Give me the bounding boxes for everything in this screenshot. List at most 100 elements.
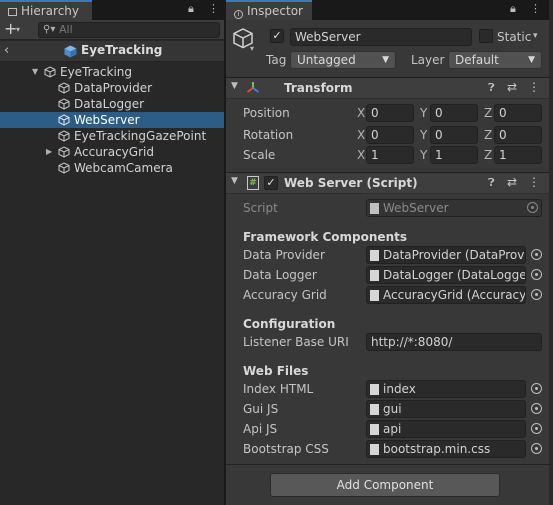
- position-y-field[interactable]: 0: [430, 104, 478, 122]
- y-axis-label[interactable]: Y: [420, 148, 427, 162]
- hierarchy-tab[interactable]: Hierarchy: [0, 0, 92, 20]
- x-axis-label[interactable]: X: [357, 128, 365, 142]
- index-html-label: Index HTML: [243, 382, 314, 396]
- rotation-label: Rotation: [243, 128, 294, 142]
- transform-axes-icon: [246, 82, 260, 93]
- more-options-icon[interactable]: ⋮: [530, 2, 541, 15]
- tree-item-label: EyeTracking: [60, 65, 133, 79]
- gameobject-icon: [58, 114, 70, 126]
- add-component-button[interactable]: Add Component: [270, 473, 500, 497]
- chevron-down-icon: ▼: [528, 55, 535, 65]
- webserver-script-header[interactable]: ▼ # ✓ Web Server (Script) ❓︎ ⇄ ⋮: [226, 172, 549, 194]
- layer-label: Layer: [411, 53, 445, 67]
- object-picker-icon[interactable]: [531, 423, 542, 434]
- component-menu-icon[interactable]: ⋮: [528, 80, 540, 94]
- object-picker-icon: [527, 202, 538, 213]
- tree-item-eyetrackinggazepoint[interactable]: EyeTrackingGazePoint: [0, 128, 224, 144]
- more-options-icon[interactable]: ⋮: [208, 2, 219, 15]
- component-separator: [226, 464, 549, 465]
- static-checkbox[interactable]: [479, 29, 493, 43]
- tree-item-label: DataLogger: [74, 97, 145, 111]
- listener-base-uri-input[interactable]: http://*:8080/: [366, 333, 542, 351]
- scale-y-field[interactable]: 1: [430, 146, 478, 164]
- hierarchy-tab-label: Hierarchy: [21, 4, 80, 18]
- gameobject-icon: [58, 162, 70, 174]
- chevron-down-icon[interactable]: ▾: [16, 21, 20, 39]
- object-picker-icon[interactable]: [531, 249, 542, 260]
- gui-js-field[interactable]: gui: [366, 400, 526, 418]
- object-name-field[interactable]: WebServer: [290, 28, 472, 46]
- object-picker-icon[interactable]: [531, 269, 542, 280]
- scene-header[interactable]: ‹ EyeTracking: [0, 41, 224, 62]
- data-logger-field[interactable]: DataLogger (DataLogger): [366, 266, 526, 284]
- tree-item-accuracygrid[interactable]: ▶ AccuracyGrid: [0, 144, 224, 160]
- api-js-field[interactable]: api: [366, 420, 526, 438]
- transform-title: Transform: [284, 81, 353, 95]
- static-dropdown-caret-icon[interactable]: ▾: [533, 31, 538, 41]
- tree-item-label: WebServer: [74, 113, 140, 127]
- gui-js-value: gui: [383, 402, 402, 416]
- rotation-x-field[interactable]: 0: [366, 126, 414, 144]
- help-icon[interactable]: ❓︎: [488, 81, 495, 95]
- hierarchy-search-input[interactable]: ⚲▾ All: [38, 22, 220, 38]
- component-enabled-checkbox[interactable]: ✓: [264, 176, 278, 190]
- collapsed-arrow-icon[interactable]: ▶: [46, 144, 52, 160]
- z-axis-label[interactable]: Z: [484, 128, 492, 142]
- index-html-field[interactable]: index: [366, 380, 526, 398]
- add-component-label: Add Component: [336, 478, 434, 492]
- tree-item-webserver[interactable]: WebServer: [0, 112, 224, 128]
- scale-label: Scale: [243, 148, 276, 162]
- data-logger-label: Data Logger: [243, 268, 317, 282]
- presets-sliders-icon[interactable]: ⇄: [507, 175, 517, 189]
- bootstrap-css-field[interactable]: bootstrap.min.css: [366, 440, 526, 458]
- field-value: 0: [435, 106, 443, 120]
- api-js-value: api: [383, 422, 402, 436]
- active-checkbox[interactable]: ✓: [270, 29, 284, 43]
- tree-item-datalogger[interactable]: DataLogger: [0, 96, 224, 112]
- object-picker-icon[interactable]: [531, 403, 542, 414]
- chevron-down-icon: ▼: [382, 55, 389, 65]
- tree-item-label: DataProvider: [74, 81, 153, 95]
- scale-x-field[interactable]: 1: [366, 146, 414, 164]
- layer-dropdown[interactable]: Default ▼: [448, 51, 542, 69]
- object-picker-icon[interactable]: [531, 443, 542, 454]
- data-provider-field[interactable]: DataProvider (DataProvid: [366, 246, 526, 264]
- y-axis-label[interactable]: Y: [420, 128, 427, 142]
- script-component-title: Web Server (Script): [284, 176, 418, 190]
- lock-icon[interactable]: 🔒︎: [188, 2, 194, 16]
- script-value: WebServer: [383, 201, 449, 215]
- search-icon: ⚲▾: [43, 24, 56, 35]
- expand-arrow-icon[interactable]: ▼: [32, 64, 38, 80]
- component-menu-icon[interactable]: ⋮: [528, 175, 540, 189]
- rotation-y-field[interactable]: 0: [430, 126, 478, 144]
- help-icon[interactable]: ❓︎: [488, 176, 495, 190]
- lock-icon[interactable]: 🔒︎: [510, 2, 516, 16]
- object-picker-icon[interactable]: [531, 289, 542, 300]
- tree-item-label: WebcamCamera: [74, 161, 173, 175]
- rotation-z-field[interactable]: 0: [494, 126, 542, 144]
- z-axis-label[interactable]: Z: [484, 148, 492, 162]
- tree-item-eyetracking[interactable]: ▼ EyeTracking: [0, 64, 224, 80]
- scale-z-field[interactable]: 1: [494, 146, 542, 164]
- z-axis-label[interactable]: Z: [484, 106, 492, 120]
- icon-dropdown-caret-icon[interactable]: ▾: [250, 44, 254, 53]
- script-file-icon: [370, 203, 379, 214]
- object-picker-icon[interactable]: [531, 383, 542, 394]
- accuracy-grid-field[interactable]: AccuracyGrid (AccuracyG: [366, 286, 526, 304]
- foldout-arrow-icon[interactable]: ▼: [231, 81, 238, 91]
- tree-item-webcamcamera[interactable]: WebcamCamera: [0, 160, 224, 176]
- x-axis-label[interactable]: X: [357, 148, 365, 162]
- position-z-field[interactable]: 0: [494, 104, 542, 122]
- y-axis-label[interactable]: Y: [420, 106, 427, 120]
- component-file-icon: [370, 250, 379, 261]
- transform-header[interactable]: ▼ Transform ❓︎ ⇄ ⋮: [226, 77, 549, 99]
- configuration-section-heading: Configuration: [243, 317, 336, 331]
- presets-sliders-icon[interactable]: ⇄: [507, 80, 517, 94]
- back-arrow-icon[interactable]: ‹: [4, 43, 9, 58]
- inspector-tab[interactable]: i Inspector: [226, 0, 312, 20]
- tag-dropdown[interactable]: Untagged ▼: [290, 51, 396, 69]
- foldout-arrow-icon[interactable]: ▼: [231, 176, 238, 186]
- tree-item-dataprovider[interactable]: DataProvider: [0, 80, 224, 96]
- x-axis-label[interactable]: X: [357, 106, 365, 120]
- position-x-field[interactable]: 0: [366, 104, 414, 122]
